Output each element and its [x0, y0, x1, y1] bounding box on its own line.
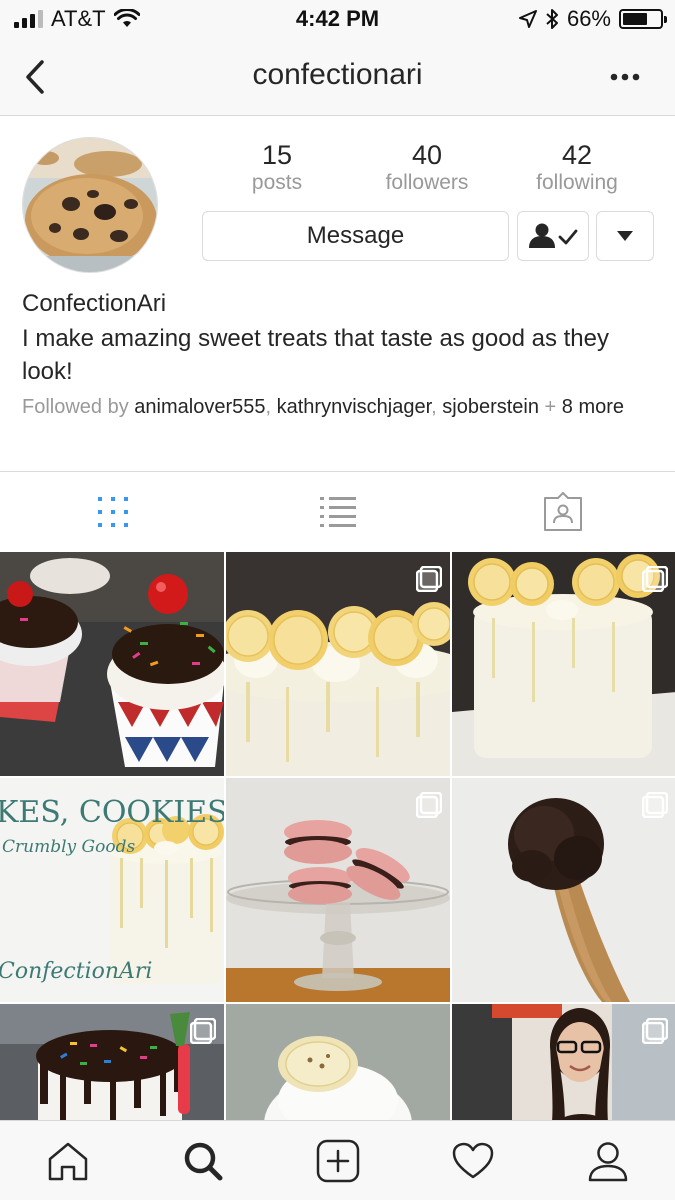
tab-list[interactable] [225, 472, 450, 552]
more-options-button[interactable] [603, 60, 647, 94]
home-icon [48, 1142, 87, 1180]
multi-photo-icon [416, 566, 442, 592]
profile-username-title: confectionari [252, 58, 423, 91]
follower-link[interactable]: animalover555 [134, 396, 265, 418]
followers-count: 40 [411, 140, 443, 170]
multi-photo-icon [642, 1018, 668, 1044]
profile-avatar[interactable] [22, 137, 158, 273]
battery-percent: 66% [566, 6, 611, 31]
location-icon [518, 10, 537, 28]
message-button[interactable]: Message [202, 211, 509, 261]
wifi-icon [113, 9, 140, 27]
status-bar: AT&T 4:42 PM 66% [0, 0, 675, 40]
post-grid: KES, COOKIES Crumbly Goods ConfectionAri [0, 552, 675, 1122]
grid-icon [97, 497, 128, 527]
profile-full-name: ConfectionAri [22, 290, 167, 317]
multi-photo-icon [190, 1018, 216, 1044]
bluetooth-icon [546, 9, 558, 29]
post-thumbnail-banana-cupcake[interactable] [226, 1004, 450, 1122]
overlay-text-crumbly: Crumbly Goods [2, 837, 135, 857]
carrier-name: AT&T [51, 6, 106, 31]
post-thumbnail-portrait[interactable] [452, 1004, 675, 1122]
posts-stat[interactable]: 15 posts [202, 140, 352, 196]
followed-more-link[interactable]: 8 more [562, 396, 624, 418]
multi-photo-icon [416, 792, 442, 818]
more-horizontal-icon [610, 73, 640, 81]
add-post-icon [316, 1139, 359, 1182]
post-thumbnail-sprinkle-cake[interactable] [0, 1004, 224, 1122]
follower-link[interactable]: kathrynvischjager [277, 396, 432, 418]
confectionari-cake-photo: KES, COOKIES Crumbly Goods ConfectionAri [0, 778, 224, 1002]
post-thumbnail-macarons[interactable] [226, 778, 450, 1002]
profile-icon [588, 1141, 627, 1181]
heart-icon [452, 1142, 493, 1178]
chevron-left-icon [26, 60, 44, 94]
tab-grid[interactable] [0, 472, 225, 552]
profile-bio: ConfectionAri I make amazing sweet treat… [22, 288, 662, 420]
tagged-icon [543, 492, 582, 531]
battery-icon [619, 9, 667, 29]
post-thumbnail-cupcakes[interactable] [0, 552, 224, 776]
carrier: AT&T [14, 6, 140, 32]
post-thumbnail-lemon-cake-2[interactable] [452, 552, 675, 776]
suggested-dropdown-button[interactable] [596, 211, 654, 261]
back-button[interactable] [18, 56, 58, 100]
bottom-tab-bar [0, 1120, 675, 1200]
posts-label: posts [251, 171, 303, 194]
tab-tagged[interactable] [450, 472, 675, 552]
following-status-button[interactable] [517, 211, 589, 261]
signal-icon [14, 10, 43, 28]
post-thumbnail-lemon-cake[interactable] [226, 552, 450, 776]
followers-stat[interactable]: 40 followers [352, 140, 502, 196]
follower-link[interactable]: sjoberstein [442, 396, 539, 418]
post-thumbnail-chocolate-spoon[interactable] [452, 778, 675, 1002]
tab-activity[interactable] [405, 1121, 540, 1200]
following-count: 42 [561, 140, 593, 170]
tab-home[interactable] [0, 1121, 135, 1200]
search-icon [184, 1142, 222, 1180]
tab-profile[interactable] [540, 1121, 675, 1200]
overlay-text-brand: ConfectionAri [0, 959, 152, 984]
following-label: following [536, 171, 618, 194]
tab-add-post[interactable] [270, 1121, 405, 1200]
bio-text: I make amazing sweet treats that taste a… [22, 325, 609, 385]
status-right: 66% [518, 6, 667, 32]
avatar-cookie-image [23, 138, 157, 272]
tab-search[interactable] [135, 1121, 270, 1200]
cupcakes-photo [0, 552, 224, 776]
following-stat[interactable]: 42 following [502, 140, 652, 196]
post-thumbnail-confectionari-cake[interactable]: KES, COOKIES Crumbly Goods ConfectionAri [0, 778, 224, 1002]
overlay-text-cookies: KES, COOKIES [0, 795, 224, 830]
nav-bar: confectionari [0, 40, 675, 116]
caret-down-icon [617, 231, 633, 241]
followers-label: followers [385, 171, 469, 194]
person-check-icon [529, 223, 578, 248]
followed-by-prefix: Followed by [22, 396, 129, 418]
multi-photo-icon [642, 792, 668, 818]
banana-cupcake-photo [226, 1004, 450, 1122]
followed-by[interactable]: Followed by animalover555, kathrynvischj… [22, 394, 662, 420]
profile-view-tabs [0, 472, 675, 552]
posts-count: 15 [261, 140, 293, 170]
multi-photo-icon [642, 566, 668, 592]
list-icon [319, 497, 356, 527]
